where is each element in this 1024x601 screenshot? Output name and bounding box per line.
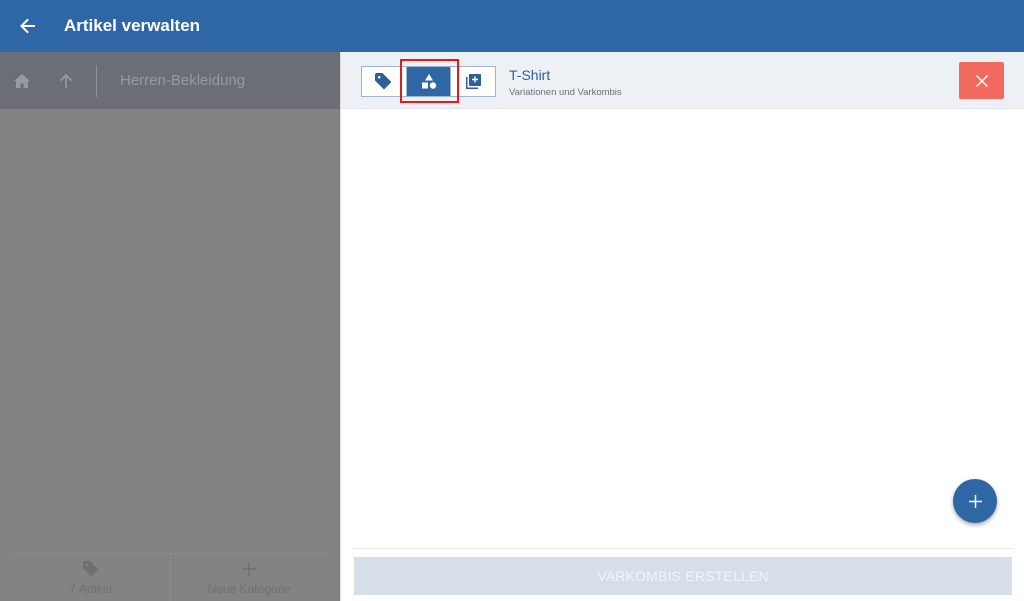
create-varkombis-button[interactable]: VARKOMBIS ERSTELLEN [354, 557, 1012, 595]
footer-divider [353, 548, 1013, 549]
close-button[interactable] [959, 62, 1004, 99]
articles-count-label: 7 Artikel [69, 582, 113, 596]
tab-variations[interactable] [405, 67, 451, 96]
article-title: T-Shirt [509, 67, 551, 83]
nav-divider [96, 64, 97, 97]
plus-icon [968, 494, 982, 508]
add-copy-icon [465, 74, 481, 89]
tab-article-info[interactable] [362, 67, 406, 96]
breadcrumb[interactable]: Herren-Bekleidung [120, 72, 245, 89]
app-bar: Artikel verwalten [0, 0, 1024, 52]
tab-add-copy[interactable] [450, 67, 495, 96]
close-icon [975, 74, 988, 87]
arrow-left-icon [20, 18, 35, 34]
category-panel: Herren-Bekleidung 7 Artikel Neue Kategor… [0, 52, 340, 601]
detail-tab-group [361, 66, 496, 97]
page-title: Artikel verwalten [64, 16, 201, 35]
new-category-label: Neue Kategorie [207, 582, 291, 596]
up-button[interactable] [44, 52, 88, 109]
tag-icon [82, 561, 99, 577]
article-subtitle: Variationen und Varkombis [509, 87, 622, 98]
articles-button[interactable]: 7 Artikel [12, 554, 170, 601]
new-category-button[interactable]: Neue Kategorie [169, 554, 329, 601]
plus-icon [242, 562, 257, 576]
tag-icon [375, 73, 392, 90]
home-button[interactable] [0, 52, 44, 109]
add-variation-button[interactable] [953, 479, 997, 523]
article-detail-panel: T-Shirt Variationen und Varkombis VARKOM… [340, 52, 1024, 601]
category-footer: 7 Artikel Neue Kategorie [12, 553, 328, 601]
detail-header: T-Shirt Variationen und Varkombis [341, 52, 1024, 109]
shapes-icon [421, 73, 436, 89]
detail-header-text: T-Shirt Variationen und Varkombis [509, 67, 622, 98]
category-nav: Herren-Bekleidung [0, 52, 340, 109]
arrow-up-icon [60, 73, 72, 88]
back-button[interactable] [0, 0, 56, 52]
home-icon [14, 73, 30, 88]
